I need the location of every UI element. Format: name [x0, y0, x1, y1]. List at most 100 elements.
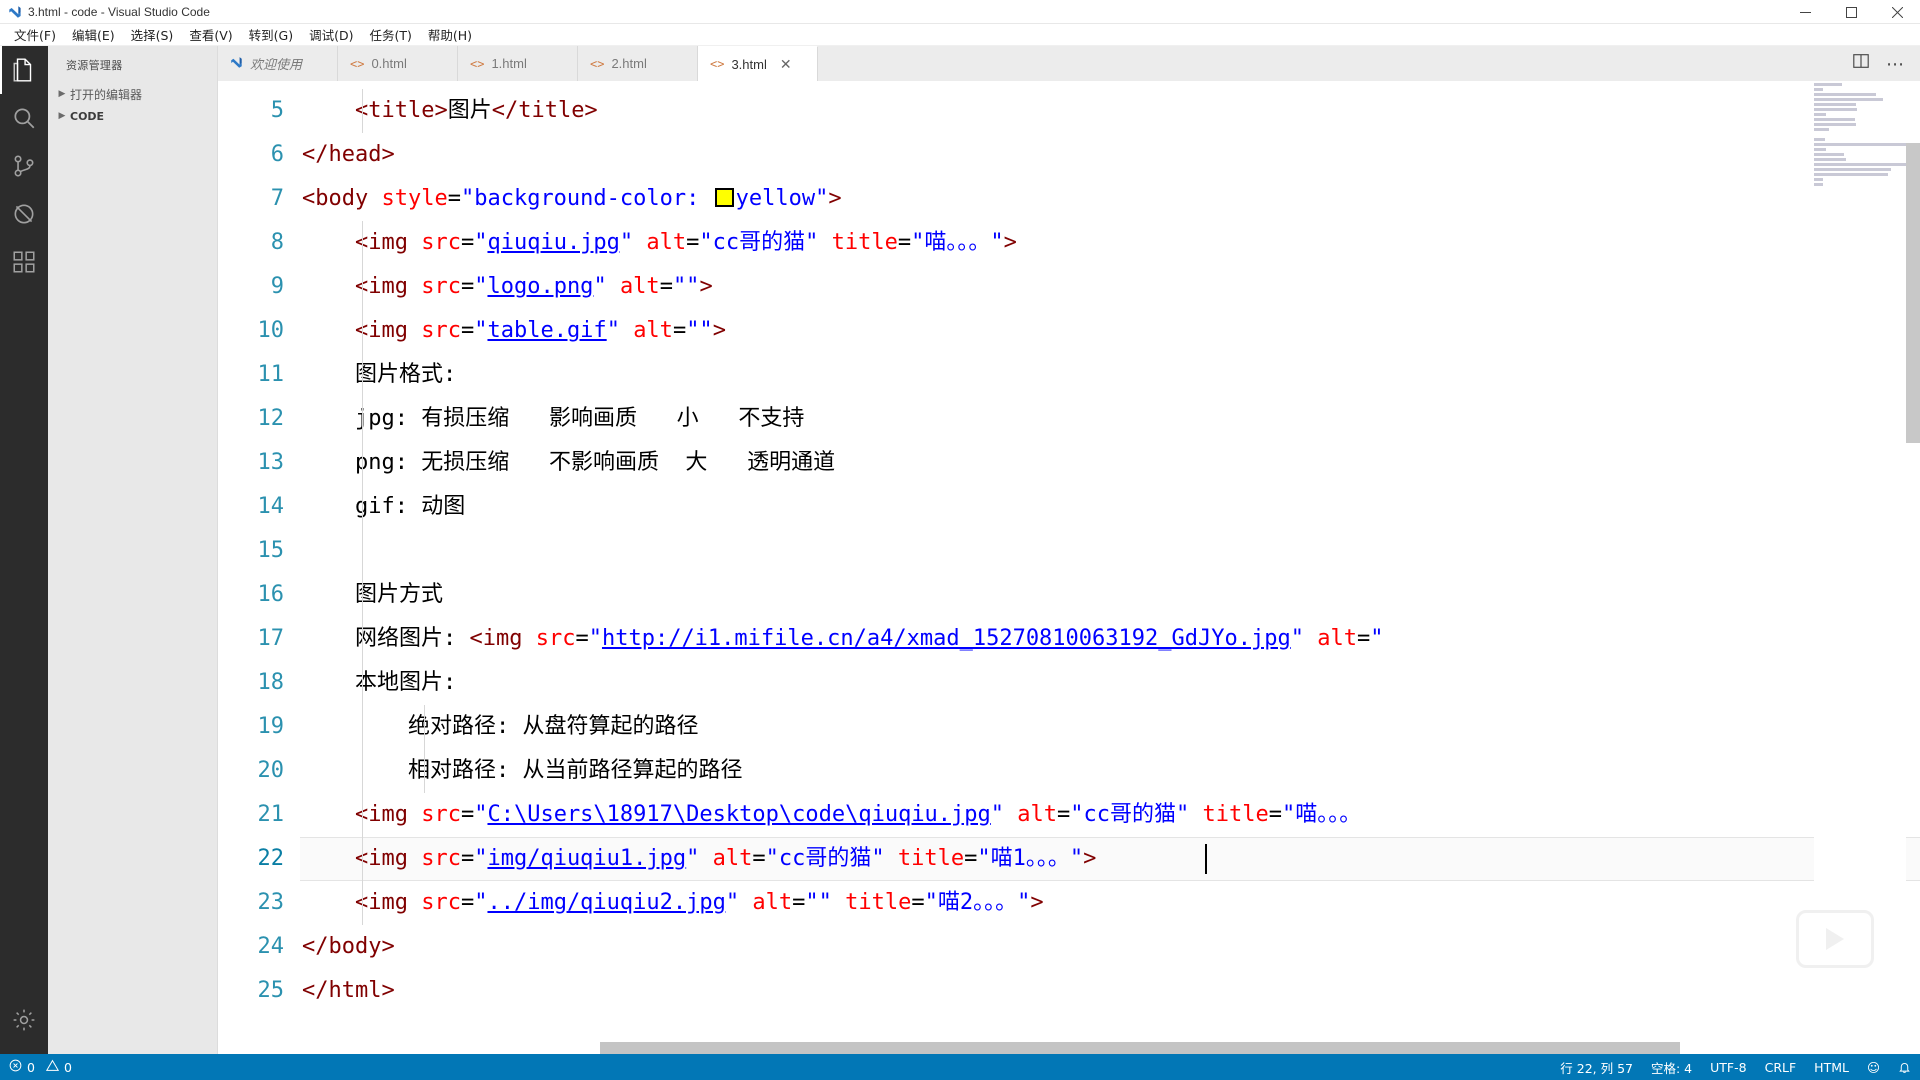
settings-gear-icon[interactable] [0, 996, 48, 1044]
code-line[interactable]: jpg: 有损压缩 影响画质 小 不支持 [300, 397, 1920, 441]
tab-label: 2.html [611, 56, 647, 71]
code-line[interactable]: 相对路径: 从当前路径算起的路径 [300, 749, 1920, 793]
code-token: alt [752, 890, 793, 915]
sidebar-section-open-editors[interactable]: ▶ 打开的编辑器 [48, 83, 217, 105]
status-language-mode[interactable]: HTML [1805, 1054, 1858, 1080]
status-indentation[interactable]: 空格: 4 [1642, 1054, 1701, 1080]
menu-file[interactable]: 文件(F) [6, 23, 64, 46]
color-swatch[interactable] [714, 188, 734, 207]
html-file-icon: <> [590, 56, 605, 71]
minimize-icon[interactable] [1782, 0, 1828, 24]
line-number: 6 [270, 142, 284, 167]
code-line[interactable]: 网络图片: <img src="http://i1.mifile.cn/a4/x… [300, 617, 1920, 661]
code-token: 图片格式: [354, 362, 457, 387]
code-content[interactable]: <title>图片</title> </head> <body style="bac… [300, 81, 1920, 1054]
more-actions-icon[interactable]: ⋯ [1886, 55, 1904, 73]
status-cursor-position[interactable]: 行 22, 列 57 [1551, 1054, 1642, 1080]
code-token: alt [633, 318, 673, 343]
code-line[interactable]: <title>图片</title> [300, 89, 1920, 133]
code-line[interactable]: <img src="C:\Users\18917\Desktop\code\qi… [300, 793, 1920, 837]
code-line[interactable]: <img src="qiuqiu.jpg" alt="cc哥的猫" title=… [300, 221, 1920, 265]
code-line[interactable]: </html> [300, 969, 1920, 1013]
code-line[interactable]: 图片方式 [300, 573, 1920, 617]
indent-guide [424, 749, 425, 793]
code-line[interactable]: <body style="background-color: yellow"> [300, 177, 1920, 221]
line-number: 15 [257, 538, 285, 563]
editor-vertical-scrollbar[interactable] [1906, 81, 1920, 1054]
extensions-icon[interactable] [0, 238, 48, 286]
line-number: 23 [257, 890, 285, 915]
source-control-icon[interactable] [0, 142, 48, 190]
tab-3-html[interactable]: <> 3.html ✕ [698, 46, 818, 81]
menu-help[interactable]: 帮助(H) [420, 23, 480, 46]
status-bar-right: 行 22, 列 57 空格: 4 UTF-8 CRLF HTML ☺ [1551, 1054, 1920, 1080]
menu-edit[interactable]: 编辑(E) [64, 23, 123, 46]
status-notifications-bell-icon[interactable] [1889, 1054, 1920, 1080]
split-editor-icon[interactable] [1852, 52, 1870, 75]
code-token: = [447, 186, 461, 211]
window-title: 3.html - code - Visual Studio Code [28, 4, 210, 19]
code-token: <img [354, 274, 422, 299]
code-line[interactable]: gif: 动图 [300, 485, 1920, 529]
indent-guide [362, 749, 363, 793]
code-token: "喵。。。" [911, 230, 1004, 255]
code-line[interactable]: <img src="logo.png" alt=""> [300, 265, 1920, 309]
line-number: 22 [257, 846, 285, 871]
code-line[interactable]: </head> [300, 133, 1920, 177]
tab-2-html[interactable]: <> 2.html [578, 46, 698, 81]
code-line[interactable]: <img src="table.gif" alt=""> [300, 309, 1920, 353]
maximize-icon[interactable] [1828, 0, 1874, 24]
search-icon[interactable] [0, 94, 48, 142]
code-line[interactable]: 绝对路径: 从盘符算起的路径 [300, 705, 1920, 749]
code-token: title [845, 890, 912, 915]
code-token: <img [354, 890, 422, 915]
tab-0-html[interactable]: <> 0.html [338, 46, 458, 81]
code-token: "喵1。。。" [977, 846, 1084, 871]
menu-tasks[interactable]: 任务(T) [361, 23, 419, 46]
code-editor[interactable]: 5 6 7 8 9 10 11 12 13 14 15 16 17 18 19 20 21 22 23 24 25 <t… [218, 81, 1920, 1054]
scrollbar-thumb[interactable] [1906, 143, 1920, 443]
menu-select[interactable]: 选择(S) [123, 23, 182, 46]
menu-view[interactable]: 查看(V) [181, 23, 240, 46]
code-token: " [1290, 626, 1304, 651]
code-line[interactable]: <img src="img/qiuqiu1.jpg" alt="cc哥的猫" t… [300, 837, 1920, 881]
code-token: " [619, 230, 634, 255]
tab-welcome[interactable]: 欢迎使用 [218, 46, 338, 81]
editor-horizontal-scrollbar[interactable] [300, 1042, 1906, 1054]
code-token: 网络图片: [354, 626, 470, 651]
status-feedback-smiley-icon[interactable]: ☺ [1858, 1054, 1889, 1080]
code-token: <img [354, 802, 422, 827]
code-line[interactable]: 本地图片: [300, 661, 1920, 705]
status-encoding[interactable]: UTF-8 [1701, 1054, 1755, 1080]
code-token: " [606, 318, 620, 343]
code-token: alt [1317, 626, 1357, 651]
code-line[interactable]: png: 无损压缩 不影响画质 大 透明通道 [300, 441, 1920, 485]
code-line[interactable]: <img src="../img/qiuqiu2.jpg" alt="" tit… [300, 881, 1920, 925]
line-number: 11 [257, 362, 285, 387]
editor-watermark-logo-icon [1796, 910, 1874, 968]
code-line[interactable]: 图片格式: [300, 353, 1920, 397]
menu-debug[interactable]: 调试(D) [301, 23, 361, 46]
tab-1-html[interactable]: <> 1.html [458, 46, 578, 81]
scrollbar-thumb[interactable] [600, 1042, 1680, 1054]
status-eol[interactable]: CRLF [1756, 1054, 1806, 1080]
sidebar-section-code[interactable]: ▶ CODE [48, 105, 217, 127]
editor-group: 欢迎使用 <> 0.html <> 1.html <> 2.html <> 3.… [218, 46, 1920, 1054]
files-explorer-icon[interactable] [0, 46, 48, 94]
code-line[interactable]: </body> [300, 925, 1920, 969]
status-bar-left: 0 0 [0, 1054, 81, 1080]
code-token: <img [354, 230, 422, 255]
menu-goto[interactable]: 转到(G) [241, 23, 301, 46]
close-icon[interactable] [1874, 0, 1920, 24]
run-debug-disabled-icon[interactable] [0, 190, 48, 238]
status-errors-warnings[interactable]: 0 0 [0, 1054, 81, 1080]
code-line[interactable] [300, 529, 1920, 573]
indent-guide [424, 705, 425, 749]
close-icon[interactable]: ✕ [780, 57, 792, 71]
